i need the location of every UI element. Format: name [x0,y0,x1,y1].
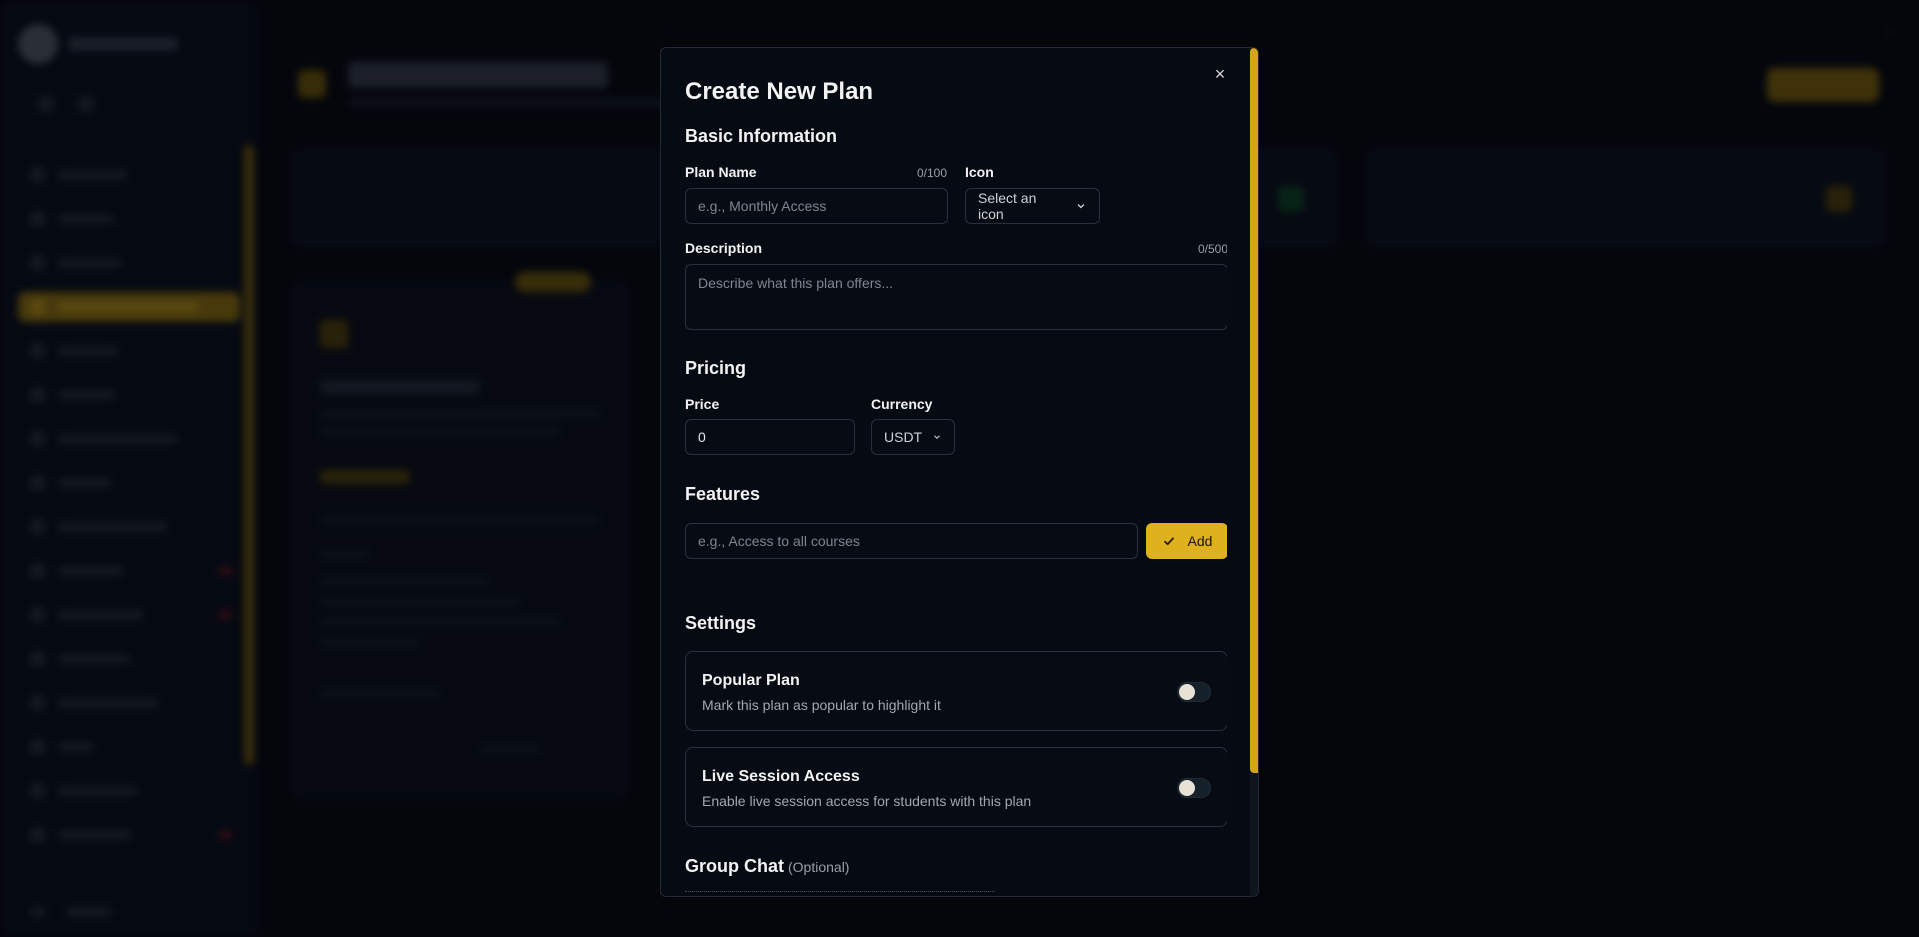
section-features: Features [685,484,761,504]
plan-name-placeholder: e.g., Monthly Access [698,198,827,214]
setting-live-session-access: Live Session Access Enable live session … [685,747,1227,827]
clipped-content [685,891,995,896]
setting-title: Popular Plan [702,672,800,689]
icon-select-value: Select an icon [978,190,1037,222]
add-feature-label: Add [1187,533,1213,549]
section-group-chat: Group Chat (Optional) [685,856,849,877]
currency-label: Currency [871,396,933,412]
setting-popular-plan: Popular Plan Mark this plan as popular t… [685,651,1227,731]
modal-scroll-thumb[interactable] [1250,48,1258,773]
create-plan-modal: × Create New Plan Basic Information Plan… [660,47,1259,897]
plan-name-counter: 0/100 [916,166,947,180]
check-icon [1163,537,1174,546]
setting-description: Mark this plan as popular to highlight i… [702,697,941,713]
description-counter: 0/500 [1197,242,1227,256]
price-input[interactable]: 0 [685,419,855,455]
popular-plan-toggle[interactable] [1177,682,1211,702]
plan-name-input[interactable]: e.g., Monthly Access [685,188,948,224]
group-chat-heading: Group Chat [685,856,784,876]
plan-name-label: Plan Name [685,164,757,180]
icon-select[interactable]: Select an icon [965,188,1100,224]
description-textarea[interactable]: Describe what this plan offers... [685,264,1227,330]
currency-select[interactable]: USDT [871,419,955,455]
section-settings: Settings [685,613,757,633]
setting-title: Live Session Access [702,768,860,785]
modal-title: Create New Plan [685,78,874,105]
feature-input[interactable]: e.g., Access to all courses [685,523,1138,559]
chevron-down-icon [1077,204,1085,209]
chevron-down-icon [934,435,940,439]
toggle-knob [1179,780,1195,796]
feature-placeholder: e.g., Access to all courses [698,533,860,549]
section-basic-information: Basic Information [685,126,838,146]
currency-select-value: USDT [884,429,923,445]
toggle-knob [1179,684,1195,700]
setting-description: Enable live session access for students … [702,793,1032,809]
icon-label: Icon [965,164,994,180]
section-pricing: Pricing [685,358,747,378]
group-chat-optional: (Optional) [788,859,850,875]
live-session-toggle[interactable] [1177,778,1211,798]
description-label: Description [685,240,763,256]
add-feature-button[interactable]: Add [1146,523,1227,559]
modal-scrollbar[interactable] [1250,48,1258,896]
price-value: 0 [698,429,706,445]
modal-body: Create New Plan Basic Information Plan N… [685,48,1227,896]
price-label: Price [685,396,720,412]
description-placeholder: Describe what this plan offers... [698,275,894,291]
